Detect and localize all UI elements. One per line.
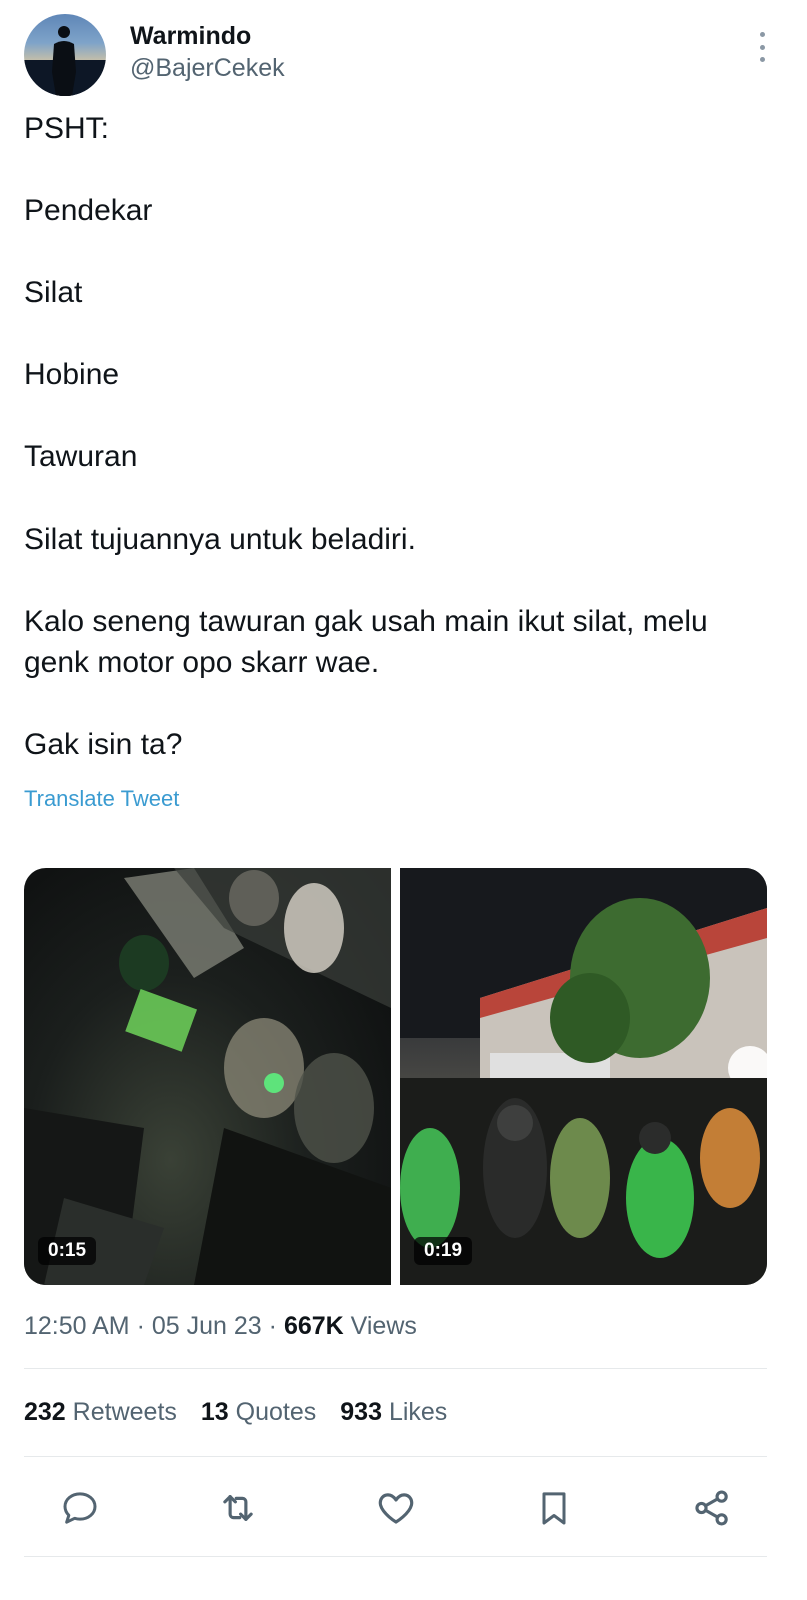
views-count: 667K [283, 1312, 344, 1340]
video-frame-image [24, 868, 391, 1285]
retweet-icon[interactable] [210, 1480, 266, 1536]
reply-icon[interactable] [52, 1480, 108, 1536]
avatar[interactable] [24, 14, 106, 96]
more-options-icon[interactable] [751, 32, 773, 62]
meta-separator: · [268, 1312, 284, 1340]
media-grid: 0:15 0:19 [24, 868, 767, 1285]
translate-tweet-link[interactable]: Translate Tweet [24, 786, 179, 812]
like-icon[interactable] [368, 1480, 424, 1536]
author-info[interactable]: Warmindo @BajerCekek [130, 20, 285, 84]
quotes-count: 13 [200, 1398, 229, 1426]
retweets-count: 232 [24, 1398, 66, 1426]
tweet-line: genk motor opo skarr wae. [24, 646, 380, 679]
tweet-line: Silat [24, 276, 83, 309]
tweet-date[interactable]: 05 Jun 23 [152, 1312, 262, 1340]
tweet-meta: 12:50 AM · 05 Jun 23 · 667K Views [24, 1312, 417, 1341]
action-bar [24, 1480, 767, 1536]
video-thumbnail[interactable]: 0:15 [24, 868, 391, 1285]
quotes-stat[interactable]: 13 Quotes [201, 1398, 316, 1427]
tweet-line: Gak isin ta? [24, 728, 183, 761]
divider [24, 1368, 767, 1369]
tweet-line: Hobine [24, 358, 120, 391]
quotes-label: Quotes [235, 1398, 317, 1426]
video-thumbnail[interactable]: 0:19 [400, 868, 767, 1285]
tweet-header: Warmindo @BajerCekek [24, 14, 783, 98]
meta-separator: · [136, 1312, 152, 1340]
author-display-name[interactable]: Warmindo [130, 20, 285, 52]
share-icon[interactable] [684, 1480, 740, 1536]
author-handle[interactable]: @BajerCekek [130, 52, 285, 84]
retweets-stat[interactable]: 232 Retweets [24, 1398, 177, 1427]
video-frame-image [400, 868, 767, 1285]
bookmark-icon[interactable] [526, 1480, 582, 1536]
likes-count: 933 [340, 1398, 382, 1426]
views-label: Views [350, 1312, 417, 1340]
video-duration-badge: 0:19 [414, 1237, 473, 1265]
likes-stat[interactable]: 933 Likes [340, 1398, 447, 1427]
tweet-time[interactable]: 12:50 AM [24, 1312, 130, 1340]
video-duration-badge: 0:15 [38, 1237, 97, 1265]
tweet-line: Pendekar [24, 194, 153, 227]
divider [24, 1556, 767, 1557]
avatar-silhouette-image [24, 26, 106, 96]
engagement-stats: 232 Retweets 13 Quotes 933 Likes [24, 1398, 447, 1427]
tweet-line: Tawuran [24, 440, 138, 473]
likes-label: Likes [388, 1398, 448, 1426]
tweet-line: PSHT: [24, 112, 110, 145]
divider [24, 1456, 767, 1457]
tweet-line: Kalo seneng tawuran gak usah main ikut s… [24, 605, 708, 638]
retweets-label: Retweets [72, 1398, 177, 1426]
tweet-line: Silat tujuannya untuk beladiri. [24, 523, 416, 556]
